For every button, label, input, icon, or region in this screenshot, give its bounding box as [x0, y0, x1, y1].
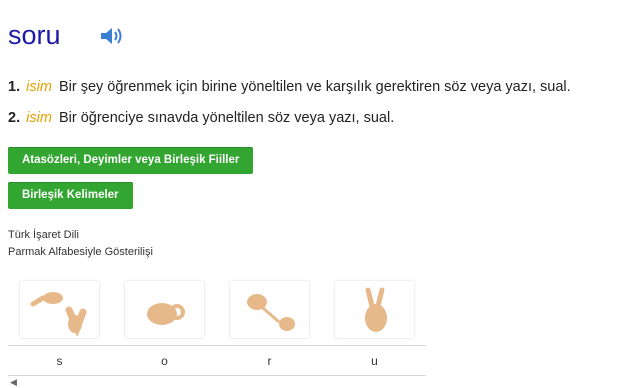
scroll-left-icon[interactable]: ◀ — [10, 377, 17, 388]
part-of-speech: isim — [26, 110, 52, 126]
definition-text: Bir şey öğrenmek için birine yöneltilen … — [58, 79, 571, 95]
hand-sign-o-icon — [146, 302, 185, 325]
letter-label: r — [267, 354, 272, 368]
hand-sign-u-icon — [364, 287, 387, 332]
definition-number: 2. — [8, 110, 21, 126]
hand-sign-s-icon — [30, 291, 86, 336]
letter-label: s — [56, 354, 63, 368]
idioms-button[interactable]: Atasözleri, Deyimler veya Birleşik Fiill… — [8, 147, 254, 174]
word-title: soru — [8, 20, 61, 50]
fingerspelling-subtitle: Parmak Alfabesiyle Gösterilişi — [8, 246, 153, 258]
divider — [8, 375, 426, 376]
speaker-icon[interactable] — [99, 25, 125, 47]
part-of-speech: isim — [26, 79, 52, 95]
definition-2: 2. isim Bir öğrenciye sınavda yöneltilen… — [8, 110, 394, 126]
definition-1: 1. isim Bir şey öğrenmek için birine yön… — [8, 79, 571, 95]
definition-number: 1. — [8, 79, 21, 95]
sign-card-u — [335, 281, 414, 338]
hand-sign-r-icon — [246, 293, 295, 331]
sign-language-title: Türk İşaret Dili — [8, 229, 79, 241]
sign-card-r — [230, 281, 309, 338]
compound-words-button[interactable]: Birleşik Kelimeler — [8, 182, 133, 209]
sign-card-s — [20, 281, 99, 338]
definition-text: Bir öğrenciye sınavda yöneltilen söz vey… — [58, 110, 395, 126]
letter-label: o — [161, 354, 168, 368]
divider — [8, 345, 426, 346]
letter-label: u — [371, 354, 378, 368]
sign-card-o — [125, 281, 204, 338]
